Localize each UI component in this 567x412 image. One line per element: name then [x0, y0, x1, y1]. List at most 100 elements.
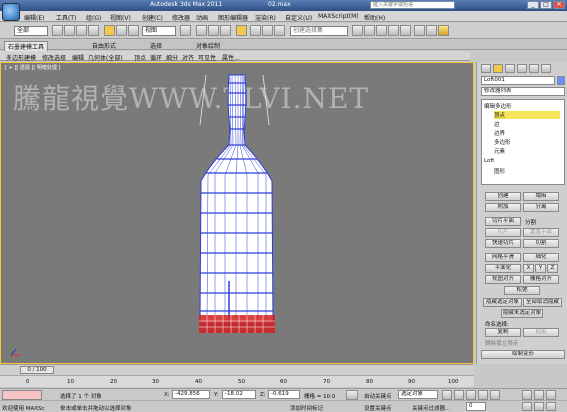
curve-editor-icon[interactable]: [376, 25, 387, 36]
stack-edit-poly[interactable]: 编辑多边形: [484, 102, 512, 110]
hierarchy-tab-icon[interactable]: [505, 64, 515, 73]
next-frame-icon[interactable]: [478, 390, 488, 400]
stack-edge[interactable]: 边: [494, 120, 500, 128]
goto-end-icon[interactable]: [490, 390, 500, 400]
snap-toggle-icon[interactable]: [196, 25, 207, 36]
paste-button[interactable]: 粘贴: [523, 328, 559, 337]
current-frame-field[interactable]: 0: [466, 402, 486, 411]
rendered-frame-icon[interactable]: [426, 25, 437, 36]
app-logo-icon[interactable]: [2, 3, 20, 21]
select-move-icon[interactable]: [104, 25, 115, 36]
zoom-all-icon[interactable]: [534, 390, 544, 400]
angle-snap-icon[interactable]: [208, 25, 219, 36]
tab-selection[interactable]: 选择: [150, 41, 162, 50]
attach-button[interactable]: 附加: [485, 203, 521, 212]
select-object-icon[interactable]: [52, 25, 63, 36]
tab-graphite-modeling[interactable]: 石墨建模工具: [4, 41, 49, 51]
slice-button[interactable]: 切片: [485, 228, 521, 237]
object-name-field[interactable]: Loft001: [481, 76, 555, 85]
play-icon[interactable]: [466, 390, 476, 400]
graphite-toggle-icon[interactable]: [364, 25, 375, 36]
copy-button[interactable]: 复制: [485, 328, 521, 337]
menu-tools[interactable]: 工具(T): [56, 13, 76, 22]
menu-animation[interactable]: 动画: [196, 13, 208, 22]
menu-customize[interactable]: 自定义(U): [285, 13, 312, 22]
menu-rendering[interactable]: 渲染(R): [255, 13, 276, 22]
pivot-icon[interactable]: [180, 25, 191, 36]
make-planar-button[interactable]: 平面化: [485, 264, 521, 273]
tab-object-paint[interactable]: 对象绘制: [196, 41, 220, 50]
modifier-stack[interactable]: 编辑多边形 顶点 边 边界 多边形 元素 Loft 图形: [481, 99, 565, 185]
key-icon[interactable]: [346, 390, 358, 400]
ribbon-loops[interactable]: 循环: [150, 53, 162, 62]
x-coord-field[interactable]: -429.856: [172, 390, 210, 399]
cut-button[interactable]: 切割: [523, 239, 559, 248]
ribbon-poly-modeling[interactable]: 多边形建模: [6, 53, 36, 62]
named-selection-set-dropdown[interactable]: 创建选择集: [290, 26, 348, 36]
meshsmooth-button[interactable]: 网格平滑: [485, 253, 521, 262]
stack-element[interactable]: 元素: [494, 147, 505, 155]
menu-group[interactable]: 组(G): [86, 13, 101, 22]
ribbon-align[interactable]: 对齐: [182, 53, 194, 62]
collapse-button[interactable]: 塌陷: [523, 192, 559, 201]
auto-key-selection-dropdown[interactable]: 选定对象: [398, 390, 438, 399]
mirror-icon[interactable]: [262, 25, 273, 36]
stack-border[interactable]: 边界: [494, 129, 505, 137]
select-by-name-icon[interactable]: [64, 25, 75, 36]
modify-tab-icon[interactable]: [493, 64, 503, 73]
menu-modifiers[interactable]: 修改器: [172, 13, 190, 22]
delete-isolated-checkbox[interactable]: 删除孤立顶点: [485, 339, 518, 347]
stack-polygon[interactable]: 多边形: [494, 138, 511, 146]
hide-unselected-button[interactable]: 隐藏未选定对象: [501, 309, 543, 318]
z-button[interactable]: Z: [547, 264, 558, 273]
select-rotate-icon[interactable]: [116, 25, 127, 36]
menu-maxscript[interactable]: MAXScript(M): [318, 13, 359, 20]
zoom-icon[interactable]: [522, 390, 532, 400]
selection-filter-dropdown[interactable]: 全部: [14, 26, 48, 36]
y-coord-field[interactable]: -18.02: [222, 390, 256, 399]
unhide-all-button[interactable]: 全部取消隐藏: [523, 298, 562, 307]
stack-vertex[interactable]: 顶点: [494, 111, 560, 119]
layer-manager-icon[interactable]: [352, 25, 363, 36]
menu-help[interactable]: 帮助(H): [364, 13, 385, 22]
view-align-button[interactable]: 视图对齐: [485, 275, 521, 284]
create-tab-icon[interactable]: [481, 64, 491, 73]
ribbon-edit[interactable]: 编辑: [72, 53, 84, 62]
y-button[interactable]: Y: [535, 264, 546, 273]
prev-frame-icon[interactable]: [454, 390, 464, 400]
perspective-viewport[interactable]: [ + ][ 透视 ][ 明暗处理 ] 騰龍視覺WWW.TLVI.NET: [0, 62, 474, 364]
menu-edit[interactable]: 编辑(E): [24, 13, 44, 22]
detach-button[interactable]: 分离: [523, 203, 559, 212]
grid-align-button[interactable]: 栅格对齐: [523, 275, 559, 284]
time-slider[interactable]: 0 / 100: [0, 364, 474, 375]
align-icon[interactable]: [274, 25, 285, 36]
time-slider-thumb[interactable]: 0 / 100: [20, 366, 54, 374]
paint-deformation-rollout[interactable]: 绘制变形: [481, 350, 565, 359]
render-setup-icon[interactable]: [414, 25, 425, 36]
ref-coord-dropdown[interactable]: 视图: [142, 26, 176, 36]
x-button[interactable]: X: [523, 264, 534, 273]
menu-views[interactable]: 视图(V): [110, 13, 131, 22]
z-coord-field[interactable]: -0.619: [268, 390, 300, 399]
window-crossing-icon[interactable]: [88, 25, 99, 36]
hide-selected-button[interactable]: 隐藏选定对象: [483, 298, 522, 307]
auto-key-button[interactable]: 自动关键点: [364, 392, 392, 400]
object-color-swatch[interactable]: [557, 76, 565, 85]
reset-plane-button[interactable]: 重置平面: [523, 228, 559, 237]
select-scale-icon[interactable]: [128, 25, 139, 36]
bottle-mesh[interactable]: [1, 63, 473, 363]
quick-slice-button[interactable]: 快速切片: [485, 239, 521, 248]
render-production-icon[interactable]: [438, 25, 449, 36]
ribbon-visibility[interactable]: 可见性: [198, 53, 216, 62]
close-button[interactable]: ✕: [553, 1, 565, 9]
help-search-input[interactable]: 键入关键字或短语: [370, 1, 455, 9]
tessellate-button[interactable]: 细化: [523, 253, 559, 262]
track-bar[interactable]: 0 10 20 30 40 50 60 70 80 90 100: [0, 375, 474, 387]
goto-start-icon[interactable]: [442, 390, 452, 400]
stack-shape[interactable]: 图形: [494, 167, 505, 175]
maximize-button[interactable]: □: [540, 1, 552, 9]
spinner-snap-icon[interactable]: [236, 25, 247, 36]
ribbon-modify-selection[interactable]: 修改选择: [42, 53, 66, 62]
maxscript-listener[interactable]: [2, 390, 42, 400]
schematic-view-icon[interactable]: [388, 25, 399, 36]
